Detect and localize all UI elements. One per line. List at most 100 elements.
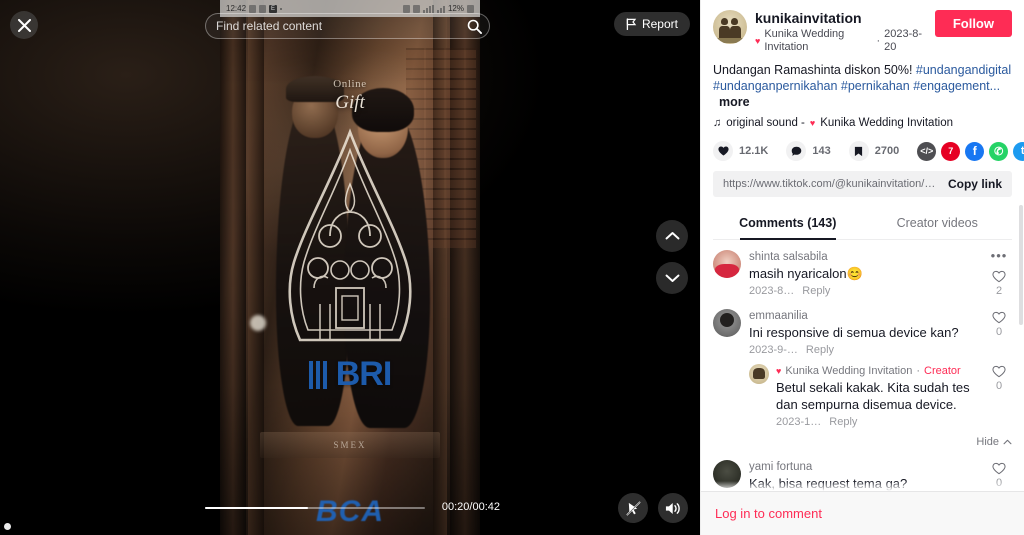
comment-meta: 2023-9-… Reply bbox=[749, 344, 978, 356]
whatsapp-icon[interactable]: ✆ bbox=[989, 141, 1009, 161]
reply-author-name[interactable]: Kunika Wedding Invitation bbox=[785, 364, 912, 378]
reply-like[interactable]: 0 bbox=[986, 365, 1012, 392]
battery-icon bbox=[467, 4, 474, 13]
commenter-name[interactable]: shinta salsabila bbox=[749, 250, 978, 264]
music-note-icon: ♫ bbox=[713, 117, 722, 129]
status-dot-icon bbox=[280, 7, 283, 10]
signal-icon bbox=[422, 4, 434, 13]
post-date: 2023-8-20 bbox=[884, 28, 923, 53]
comment-like-count: 0 bbox=[995, 326, 1003, 338]
reply-button[interactable]: Reply bbox=[829, 416, 857, 428]
notification-icon bbox=[249, 4, 257, 13]
commenter-name[interactable]: yami fortuna bbox=[749, 460, 978, 474]
list-item: emmaanilia Ini responsive di semua devic… bbox=[713, 309, 1012, 428]
author-username[interactable]: kunikainvitation bbox=[755, 10, 927, 26]
video-progress-row[interactable]: 00:20/00:42 bbox=[0, 501, 700, 530]
share-link-row: https://www.tiktok.com/@kunikainvitation… bbox=[713, 171, 1012, 197]
commenter-name[interactable]: emmaanilia bbox=[749, 309, 978, 323]
follow-button[interactable]: Follow bbox=[934, 10, 1012, 37]
search-icon[interactable] bbox=[459, 19, 489, 34]
progress-bar[interactable] bbox=[205, 507, 425, 509]
flag-icon bbox=[626, 18, 637, 30]
app-badge-icon: E bbox=[269, 4, 278, 13]
comments-list[interactable]: shinta salsabila masih nyaricalon😊 2023-… bbox=[701, 240, 1024, 491]
video-bottom-controls bbox=[618, 493, 688, 523]
more-options-icon[interactable]: ••• bbox=[986, 249, 1012, 262]
gunungan-ornament-icon bbox=[288, 128, 412, 342]
creator-avatar[interactable] bbox=[749, 364, 769, 384]
panel-header: kunikainvitation ♥ Kunika Wedding Invita… bbox=[701, 0, 1024, 240]
login-prompt[interactable]: Log in to comment bbox=[715, 506, 822, 521]
video-navigation bbox=[656, 220, 688, 304]
reply-separator: · bbox=[916, 365, 921, 377]
subline-separator: · bbox=[876, 34, 881, 47]
hide-replies-button[interactable]: Hide bbox=[713, 436, 1012, 448]
next-video-button[interactable] bbox=[656, 262, 688, 294]
report-button[interactable]: Report bbox=[613, 12, 690, 36]
copy-link-button[interactable]: Copy link bbox=[940, 177, 1002, 191]
comment-date: 2023-9-… bbox=[749, 344, 798, 356]
hashtag[interactable]: #pernikahan bbox=[841, 79, 910, 93]
list-item: shinta salsabila masih nyaricalon😊 2023-… bbox=[713, 249, 1012, 297]
clear-mode-button[interactable] bbox=[618, 493, 648, 523]
commenter-avatar[interactable] bbox=[713, 460, 741, 488]
hashtag[interactable]: #undanganpernikahan bbox=[713, 79, 837, 93]
related-content-search[interactable] bbox=[205, 13, 490, 39]
share-icon-row: </> 7 f ✆ t ➤ bbox=[917, 141, 1024, 161]
comment-meta: 2023-8… Reply bbox=[749, 285, 978, 297]
bookmark-stat[interactable]: 2700 bbox=[848, 141, 900, 161]
comment-date: 2023-8… bbox=[749, 285, 795, 297]
avatar-figure bbox=[721, 18, 728, 25]
video-caption: Undangan Ramashinta diskon 50%! #undanga… bbox=[713, 62, 1012, 110]
commenter-avatar[interactable] bbox=[713, 250, 741, 278]
smex-logo: SMEX bbox=[333, 440, 367, 450]
tab-comments[interactable]: Comments (143) bbox=[713, 208, 863, 240]
twitter-icon[interactable]: t bbox=[1013, 141, 1024, 161]
time-display: 00:20/00:42 bbox=[441, 501, 500, 513]
like-stat[interactable]: 12.1K bbox=[713, 141, 768, 161]
heart-icon bbox=[713, 141, 733, 161]
video-player-pane[interactable]: Online Gift BRI SMEX BCA 12:42 E 12% Fin… bbox=[0, 0, 700, 535]
scrollbar[interactable] bbox=[1019, 205, 1023, 325]
reply-button[interactable]: Reply bbox=[806, 344, 834, 356]
like-count: 12.1K bbox=[739, 145, 769, 157]
author-meta: kunikainvitation ♥ Kunika Wedding Invita… bbox=[755, 10, 927, 54]
avatar-ribbon bbox=[717, 38, 743, 43]
comment-text: masih nyaricalon😊 bbox=[749, 266, 863, 281]
embed-icon[interactable]: </> bbox=[917, 141, 937, 161]
comment-like[interactable]: 0 bbox=[986, 311, 1012, 338]
comment-actions: 0 0 bbox=[986, 460, 1012, 491]
search-input[interactable] bbox=[206, 19, 459, 33]
avatar[interactable] bbox=[713, 10, 747, 44]
author-subline: ♥ Kunika Wedding Invitation · 2023-8-20 bbox=[755, 28, 927, 54]
tab-creator-videos[interactable]: Creator videos bbox=[863, 208, 1013, 239]
previous-video-button[interactable] bbox=[656, 220, 688, 252]
login-to-comment-bar[interactable]: Log in to comment bbox=[701, 491, 1024, 535]
comment-stat[interactable]: 143 bbox=[786, 141, 831, 161]
comment-like[interactable]: 0 bbox=[986, 462, 1012, 489]
sound-link[interactable]: ♫ original sound - ♥ Kunika Wedding Invi… bbox=[713, 117, 1012, 129]
pinterest-icon[interactable]: 7 bbox=[941, 141, 961, 161]
video-url[interactable]: https://www.tiktok.com/@kunikainvitation… bbox=[723, 178, 940, 190]
cursor-slash-icon bbox=[626, 501, 640, 515]
caption-more-button[interactable]: more bbox=[719, 95, 750, 109]
volume-button[interactable] bbox=[658, 493, 688, 523]
comment-like[interactable]: 2 bbox=[986, 270, 1012, 297]
bookmark-count: 2700 bbox=[874, 145, 900, 157]
comment-like-count: 0 bbox=[995, 477, 1003, 489]
close-button[interactable] bbox=[10, 11, 38, 39]
signal-icon bbox=[436, 5, 445, 13]
list-item: yami fortuna Kak, bisa request tema ga? … bbox=[713, 460, 1012, 491]
hashtag[interactable]: #engagement... bbox=[913, 79, 1000, 93]
comment-count: 143 bbox=[812, 145, 831, 157]
video-stage[interactable]: Online Gift BRI SMEX BCA 12:42 E 12% bbox=[220, 0, 480, 535]
facebook-icon[interactable]: f bbox=[965, 141, 985, 161]
video-frame: Online Gift BRI SMEX BCA bbox=[220, 0, 480, 535]
commenter-avatar[interactable] bbox=[713, 309, 741, 337]
hashtag[interactable]: #undangandigital bbox=[916, 63, 1011, 77]
reply-button[interactable]: Reply bbox=[802, 285, 830, 297]
progress-handle[interactable] bbox=[4, 523, 11, 530]
bookmark-icon bbox=[848, 141, 869, 161]
author-row: kunikainvitation ♥ Kunika Wedding Invita… bbox=[713, 10, 1012, 54]
comment-reply: ♥ Kunika Wedding Invitation · Creator Be… bbox=[749, 364, 978, 428]
